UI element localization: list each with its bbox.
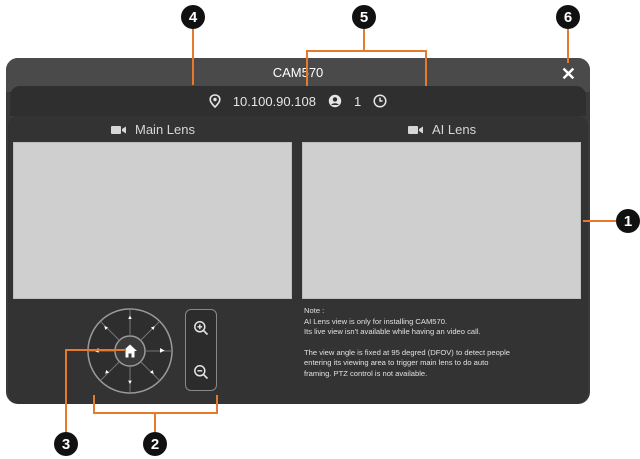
close-button[interactable]: ✕: [561, 64, 576, 84]
main-lens-header: Main Lens: [111, 122, 195, 137]
callout-4: 4: [181, 5, 205, 29]
note-line: AI Lens view is only for installing CAM5…: [304, 316, 448, 326]
callout-5-bracket: [306, 50, 427, 52]
callout-3: 3: [54, 432, 78, 456]
note-heading: Note :: [304, 306, 325, 315]
zoom-in-icon[interactable]: [193, 320, 209, 341]
callout-1: 1: [616, 209, 640, 233]
callout-5: 5: [352, 5, 376, 29]
ai-lens-label: AI Lens: [432, 122, 477, 137]
user-count: 1: [353, 93, 362, 109]
callout-6-label: 6: [563, 8, 573, 26]
callout-3-label: 3: [61, 435, 71, 453]
callout-5-label: 5: [359, 8, 369, 26]
video-camera-icon: [111, 125, 127, 135]
note-line: framing. PTZ control is not available.: [304, 368, 428, 378]
callout-4-label: 4: [188, 8, 198, 26]
home-icon[interactable]: [122, 343, 138, 364]
note-line: entering its viewing area to trigger mai…: [304, 358, 489, 368]
callout-3-line-vertical: [65, 349, 67, 432]
callout-5-bracket-right: [425, 50, 427, 86]
ip-address: 10.100.90.108: [232, 93, 316, 109]
ptz-control-pad: ▲ ▼ ◀ ▶ ▲ ▲ ▼ ▼: [86, 307, 174, 395]
zoom-out-icon[interactable]: [193, 364, 209, 385]
pan-up-arrow-icon[interactable]: ▲: [127, 315, 133, 321]
clock-icon: [373, 94, 387, 108]
callout-6-line: [567, 29, 569, 63]
callout-2-label: 2: [150, 435, 160, 453]
callout-1-label: 1: [623, 212, 633, 230]
ai-lens-view: [302, 142, 581, 299]
zoom-controls: [185, 309, 217, 391]
note-line: Its live view isn't available while havi…: [304, 327, 481, 337]
callout-2-bracket-right: [216, 395, 218, 414]
callout-2-bracket-left: [93, 395, 95, 414]
user-icon: [328, 94, 342, 108]
callout-5-line: [363, 29, 365, 51]
note-spacer: [304, 338, 566, 348]
main-lens-label: Main Lens: [135, 122, 195, 137]
callout-2: 2: [143, 432, 167, 456]
ai-lens-header: AI Lens: [408, 122, 476, 137]
callout-4-line: [192, 29, 194, 85]
info-bar: 10.100.90.108 1: [10, 86, 586, 116]
callout-3-line-horizontal: [65, 349, 126, 351]
video-camera-icon: [408, 125, 424, 135]
callout-6: 6: [556, 5, 580, 29]
pan-down-arrow-icon[interactable]: ▼: [127, 380, 133, 386]
callout-1-line: [583, 220, 616, 222]
location-pin-icon: [209, 94, 221, 108]
note-line: The view angle is fixed at 95 degred (DF…: [304, 347, 510, 357]
callout-2-line: [154, 412, 156, 432]
main-lens-view: [13, 142, 292, 299]
ai-lens-note: Note : AI Lens view is only for installi…: [304, 306, 566, 380]
pan-right-arrow-icon[interactable]: ▶: [160, 347, 165, 354]
callout-5-bracket-left: [306, 50, 308, 86]
window-title: CAM570: [272, 65, 324, 80]
